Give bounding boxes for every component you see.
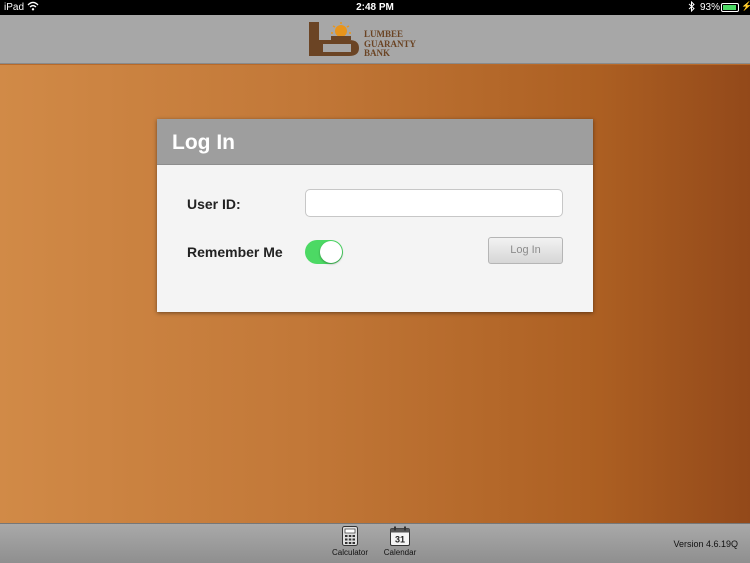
calendar-button[interactable]: 31 Calendar [381, 526, 419, 557]
login-card: Log In User ID: Remember Me Log In [157, 119, 593, 312]
calculator-button[interactable]: Calculator [330, 526, 370, 557]
calendar-icon: 31 [381, 526, 419, 546]
calendar-label: Calendar [383, 548, 417, 557]
calendar-day-number: 31 [395, 535, 405, 545]
svg-text:LUMBEE: LUMBEE [364, 29, 403, 39]
calculator-label: Calculator [331, 548, 368, 557]
login-button[interactable]: Log In [488, 237, 563, 264]
login-card-header: Log In [157, 119, 593, 165]
bank-logo: LUMBEE GUARANTY BANK [309, 22, 444, 58]
status-time: 2:48 PM [356, 2, 394, 13]
status-bar: iPad 2:48 PM 93% ⚡ [0, 0, 750, 15]
user-id-input[interactable] [305, 189, 563, 217]
toggle-knob [320, 241, 342, 263]
battery-icon [721, 3, 739, 12]
user-id-label: User ID: [187, 196, 241, 212]
charging-icon: ⚡ [741, 1, 750, 11]
calculator-icon [330, 526, 370, 546]
svg-text:BANK: BANK [364, 48, 390, 58]
login-title: Log In [172, 131, 235, 154]
bottom-toolbar: Calculator 31 Calendar Version 4.6.19Q [0, 523, 750, 563]
bluetooth-icon [688, 0, 695, 15]
battery-percent: 93% [700, 2, 721, 13]
app-header: LUMBEE GUARANTY BANK [0, 15, 750, 64]
remember-me-toggle[interactable] [305, 240, 343, 264]
version-label: Version 4.6.19Q [673, 539, 738, 549]
remember-me-label: Remember Me [187, 244, 283, 260]
